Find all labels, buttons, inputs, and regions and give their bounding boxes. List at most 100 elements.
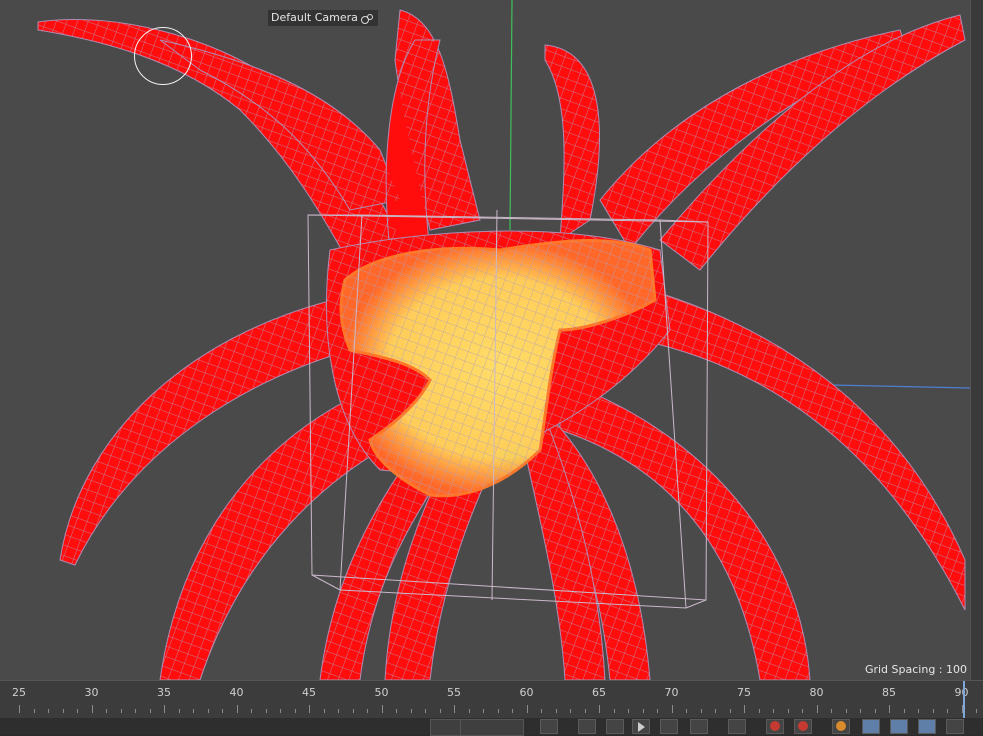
timeline-tick [193,709,194,713]
timeline-tick [483,709,484,713]
timeline-tick [280,709,281,713]
timeline-tick [831,709,832,713]
timeline-tick-label: 30 [84,686,99,699]
timeline-tick [512,709,513,713]
timeline-tick [642,709,644,713]
timeline-tick [48,709,49,713]
goto-start-button[interactable] [540,719,558,734]
camera-selector[interactable]: Default Camera [268,10,378,26]
timeline-tick [555,709,557,713]
timeline-ruler[interactable]: 25 30 35 40 45 50 55 60 65 70 75 80 85 90 [0,680,983,719]
timeline-tick-label: 55 [447,686,461,699]
timeline-tick [541,709,542,713]
timeline-tick [889,705,890,713]
timeline-tick [918,709,919,713]
autokey-button[interactable] [794,719,812,734]
timeline-tick [729,709,731,713]
timeline-tick [816,705,818,713]
rotation-key-button[interactable] [918,719,936,734]
scene-canvas[interactable] [0,0,970,680]
timeline-tick [338,709,339,713]
timeline-tick [294,709,296,713]
scale-key-button[interactable] [890,719,908,734]
timeline-tick [236,705,238,713]
timeline-tick [628,709,629,713]
playhead[interactable] [963,681,965,719]
timeline-tick [120,709,122,713]
timeline-tick [932,709,934,713]
timeline-tick [802,709,803,713]
timeline-tick [135,709,136,713]
timeline-tick [149,709,151,713]
side-panel-edge [970,0,983,680]
brush-cursor [134,27,192,85]
grid-spacing-readout: Grid Spacing : 100 [864,663,967,676]
prev-key-button[interactable] [578,719,596,734]
frame-range-field[interactable] [460,719,524,736]
position-key-button[interactable] [862,719,880,734]
playback-controls [0,718,983,736]
timeline-tick-label: 60 [519,686,534,699]
prev-frame-button[interactable] [606,719,624,734]
3d-viewport[interactable]: Default Camera Grid Spacing : 100 [0,0,970,680]
camera-icon [360,13,373,24]
timeline-tick [381,705,383,713]
keyframe-button[interactable] [832,719,850,734]
timeline-tick [860,709,861,713]
timeline-tick [207,709,209,713]
timeline-tick-label: 50 [374,686,389,699]
timeline-tick [91,705,93,713]
timeline-tick [671,705,673,713]
timeline-tick [744,705,745,713]
timeline-tick [947,709,948,713]
timeline-tick [497,709,499,713]
timeline-tick [309,705,310,713]
next-frame-button[interactable] [660,719,678,734]
timeline-tick [773,709,774,713]
timeline-tick [164,705,165,713]
timeline-tick [758,709,760,713]
timeline-tick [222,709,223,713]
timeline-tick [903,709,905,713]
timeline-tick [976,709,977,713]
timeline-tick-label: 45 [302,686,316,699]
timeline-tick [410,709,412,713]
timeline-tick [352,709,354,713]
param-key-button[interactable] [946,719,964,734]
timeline-tick [367,709,368,713]
timeline-tick [106,709,107,713]
timeline-tick [396,709,397,713]
play-button[interactable] [632,719,650,734]
camera-label-text: Default Camera [271,11,358,24]
timeline-tick [439,709,441,713]
timeline-tick [700,709,702,713]
timeline-tick [874,709,876,713]
timeline-tick [265,709,267,713]
timeline-tick [686,709,687,713]
timeline-tick [425,709,426,713]
timeline-tick [77,709,78,713]
timeline-tick-label: 65 [592,686,606,699]
timeline-tick-label: 75 [737,686,751,699]
timeline-tick [715,709,716,713]
timeline-tick-label: 40 [229,686,244,699]
timeline-tick-label: 70 [664,686,679,699]
timeline-tick [33,709,35,713]
timeline-tick-label: 25 [12,686,26,699]
timeline-tick [570,709,571,713]
timeline-tick [468,709,470,713]
timeline-tick [845,709,847,713]
timeline-tick [787,709,789,713]
goto-end-button[interactable] [728,719,746,734]
timeline-tick [657,709,658,713]
record-button[interactable] [766,719,784,734]
timeline-tick [323,709,325,713]
next-key-button[interactable] [690,719,708,734]
timeline-tick [178,709,180,713]
timeline-tick [584,709,586,713]
timeline-tick-label: 85 [882,686,896,699]
timeline-tick [251,709,252,713]
timeline-tick-label: 35 [157,686,171,699]
timeline-tick [454,705,455,713]
timeline-tick [613,709,615,713]
